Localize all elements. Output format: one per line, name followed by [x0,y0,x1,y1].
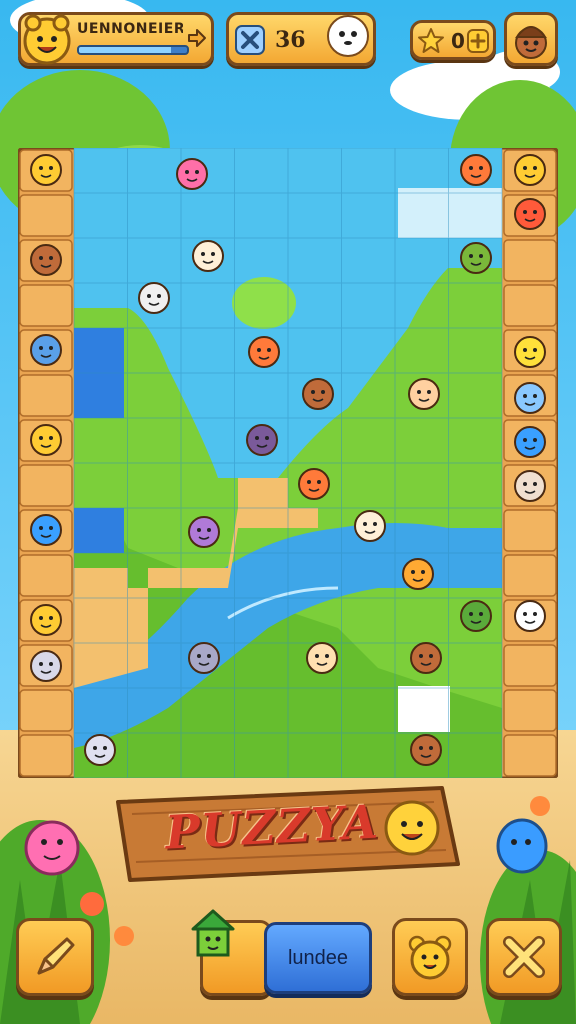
critter-piece[interactable] [30,424,62,456]
critter-piece[interactable] [30,604,62,636]
critter-piece[interactable] [84,734,116,766]
critter-piece[interactable] [514,154,546,186]
critter-piece[interactable] [460,154,492,186]
critter-piece[interactable] [188,516,220,548]
puzzle-board[interactable] [18,148,558,778]
critter-piece[interactable] [514,470,546,502]
side-tile[interactable] [503,734,557,777]
ghost-icon [327,15,369,57]
side-tile[interactable] [503,239,557,282]
critter-piece[interactable] [514,198,546,230]
side-tile[interactable] [19,374,73,417]
title-banner: PUZZYA [112,780,464,886]
side-tile[interactable] [19,734,73,777]
side-tile[interactable] [503,284,557,327]
side-tile[interactable] [503,554,557,597]
critter-piece[interactable] [248,336,280,368]
critter-piece[interactable] [30,650,62,682]
bear-icon [408,935,452,980]
play-button-label: lundee [287,947,349,969]
critter-piece[interactable] [410,734,442,766]
critter-piece[interactable] [306,642,338,674]
close-x-icon [503,936,545,978]
critter-piece[interactable] [460,242,492,274]
home-button[interactable]: lundee [191,909,372,996]
level-progress-fill [79,47,171,53]
character-button[interactable] [392,918,468,996]
critter-piece[interactable] [30,334,62,366]
level-progress-bar [77,45,189,55]
plus-icon[interactable] [467,29,489,53]
side-tile[interactable] [19,464,73,507]
side-tile[interactable] [19,554,73,597]
side-tile[interactable] [503,644,557,687]
critter-piece[interactable] [354,510,386,542]
moves-panel: 36 [226,12,376,66]
hint-button[interactable] [16,918,94,996]
house-icon [191,909,235,957]
level-panel: UENNONEIER [18,12,214,66]
critter-piece[interactable] [176,158,208,190]
critter-piece[interactable] [298,468,330,500]
critter-piece[interactable] [188,642,220,674]
side-tile[interactable] [503,689,557,732]
stars-count: 0 [451,29,465,53]
sun-face-icon [384,800,440,856]
star-icon [418,28,444,53]
critter-piece[interactable] [402,558,434,590]
sun-face-icon [23,14,71,65]
level-title: UENNONEIER [77,21,183,37]
critter-piece[interactable] [514,382,546,414]
stars-panel: 0 [410,20,496,60]
side-tile[interactable] [19,284,73,327]
board-canvas[interactable] [18,148,558,778]
arrow-icon[interactable] [185,27,207,49]
critter-piece[interactable] [410,642,442,674]
hint-pencil-icon [37,937,75,975]
critter-piece[interactable] [302,378,334,410]
critter-piece[interactable] [192,240,224,272]
cross-icon [235,25,265,55]
side-tile[interactable] [19,194,73,237]
side-tile[interactable] [19,689,73,732]
side-tile[interactable] [503,509,557,552]
close-button[interactable] [486,918,562,996]
critter-piece[interactable] [30,244,62,276]
critter-piece[interactable] [30,154,62,186]
play-button[interactable]: lundee [264,922,372,994]
critter-piece[interactable] [514,336,546,368]
house-button[interactable] [191,909,272,996]
avatar-button[interactable] [504,12,558,66]
moves-count: 36 [275,27,306,53]
critter-piece[interactable] [514,426,546,458]
critter-piece[interactable] [138,282,170,314]
critter-piece[interactable] [408,378,440,410]
critter-piece[interactable] [30,514,62,546]
critter-piece[interactable] [460,600,492,632]
critter-piece[interactable] [514,600,546,632]
critter-piece[interactable] [246,424,278,456]
avatar-icon [515,26,547,59]
